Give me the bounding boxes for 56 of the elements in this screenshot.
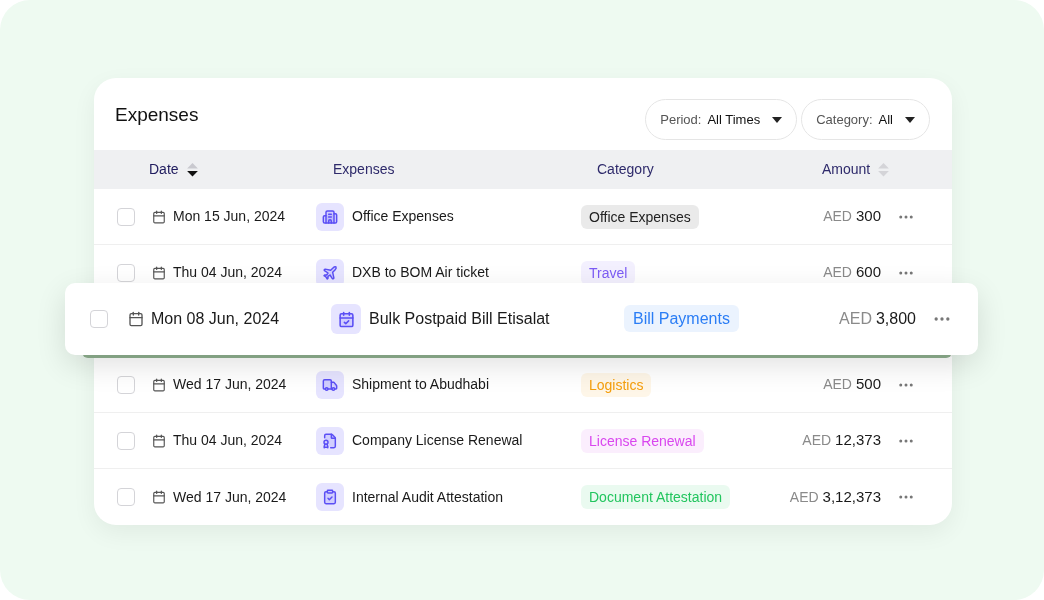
amount-text: 12,373 (835, 430, 881, 451)
category-tag: Travel (581, 260, 636, 285)
column-header: Category (597, 160, 654, 179)
date-text: Mon 08 Jun, 2024 (151, 309, 280, 329)
expense-name: Company License Renewal (352, 431, 523, 450)
checkbox[interactable] (117, 263, 135, 282)
currency-text: AED (802, 431, 832, 451)
building-icon (316, 202, 344, 231)
calendar-check-icon (331, 304, 361, 334)
checkbox[interactable] (117, 488, 135, 506)
expense-name: Office Expenses (352, 207, 454, 226)
date-text: Thu 04 Jun, 2024 (173, 431, 282, 450)
expense-name: Internal Audit Attestation (352, 487, 503, 507)
caret-icon (905, 116, 915, 123)
amount-text: 300 (855, 206, 881, 227)
calendar-icon (152, 265, 166, 280)
currency-text: AED (823, 375, 852, 395)
category-tag: License Renewal (581, 428, 704, 453)
category-tag: Bill Payments (624, 305, 739, 332)
column-header[interactable]: Amount (822, 159, 871, 180)
calendar-icon (128, 311, 144, 327)
checkbox[interactable] (90, 310, 108, 328)
document-icon (316, 426, 344, 455)
date-text: Thu 04 Jun, 2024 (173, 263, 282, 282)
currency-text: AED (839, 309, 872, 329)
category-tag: Office Expenses (581, 204, 699, 229)
calendar-icon (152, 377, 166, 392)
date-text: Mon 15 Jun, 2024 (173, 207, 286, 226)
amount-text: 600 (855, 262, 881, 283)
expense-name: DXB to BOM Air ticket (352, 263, 489, 282)
checkbox[interactable] (117, 207, 135, 226)
currency-text: AED (789, 487, 819, 507)
checkbox[interactable] (117, 375, 135, 394)
expense-name: Shipment to Abudhabi (352, 375, 489, 394)
sort-icon[interactable] (186, 162, 198, 177)
expense-name: Bulk Postpaid Bill Etisalat (369, 309, 550, 329)
clipboard-check-icon (316, 483, 344, 511)
calendar-icon (152, 490, 166, 504)
currency-text: AED (823, 263, 852, 283)
currency-text: AED (823, 207, 852, 227)
card-title: Expenses (115, 103, 199, 127)
calendar-icon (152, 433, 166, 448)
date-text: Wed 17 Jun, 2024 (173, 375, 287, 394)
amount-text: 3,800 (875, 309, 916, 329)
category-tag: Logistics (581, 372, 652, 397)
truck-icon (316, 370, 344, 399)
column-header: Expenses (333, 160, 395, 179)
category-tag: Document Attestation (581, 485, 731, 509)
amount-text: 3,12,373 (822, 486, 881, 507)
column-header[interactable]: Date (149, 159, 179, 180)
calendar-icon (152, 209, 166, 224)
checkbox[interactable] (117, 431, 135, 450)
date-text: Wed 17 Jun, 2024 (173, 487, 287, 507)
caret-icon (772, 116, 783, 123)
amount-text: 500 (855, 374, 881, 395)
dragged-row[interactable]: Mon 08 Jun, 2024 Bulk Postpaid Bill Etisalat Bill Payments AED 3,800 (65, 283, 978, 355)
